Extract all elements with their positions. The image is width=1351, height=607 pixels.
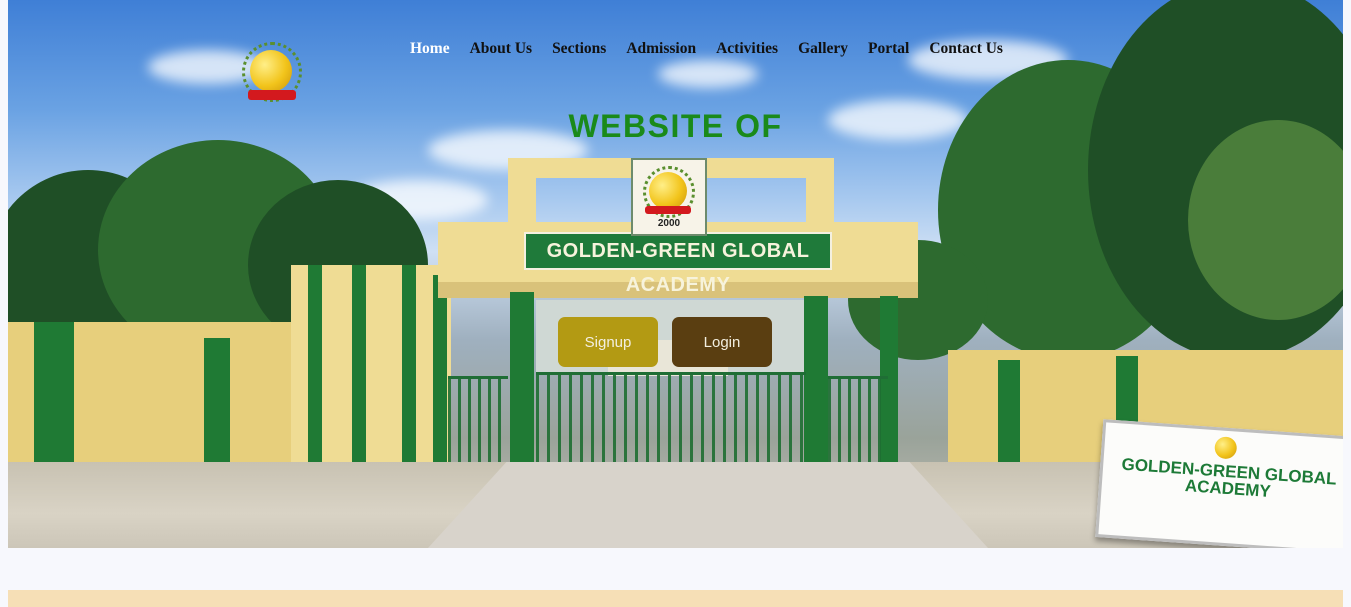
gate-sign: GOLDEN-GREEN GLOBAL ACADEMY: [524, 232, 832, 296]
nav-contact-us[interactable]: Contact Us: [919, 38, 1013, 62]
gate-pillar: [433, 275, 447, 465]
ribbon-icon: [645, 206, 691, 214]
nav-about-us[interactable]: About Us: [460, 38, 542, 62]
nav-gallery[interactable]: Gallery: [788, 38, 858, 62]
gold-medal-icon: [250, 50, 292, 92]
gate-pillar: [510, 292, 534, 466]
gate-bars-side: [448, 376, 508, 467]
cloud: [658, 60, 758, 88]
gold-medal-icon: [649, 172, 687, 210]
gate-bars-side: [828, 376, 888, 467]
nav-activities[interactable]: Activities: [706, 38, 788, 62]
main-nav: Home About Us Sections Admission Activit…: [400, 38, 1013, 62]
login-button[interactable]: Login: [672, 317, 772, 367]
gate-pillar: [352, 265, 366, 465]
gate-pillar: [402, 265, 416, 465]
hero-headline: WEBSITE OF: [568, 108, 783, 144]
nav-home[interactable]: Home: [400, 38, 460, 62]
ribbon-icon: [248, 90, 296, 100]
gate-bars: [536, 372, 806, 472]
nav-admission[interactable]: Admission: [616, 38, 706, 62]
nav-sections[interactable]: Sections: [542, 38, 616, 62]
nav-portal[interactable]: Portal: [858, 38, 919, 62]
gate-pillar: [308, 265, 322, 465]
hero-banner: GOLDEN-GREEN GLOBAL ACADEMY 2000 GOLDEN-…: [8, 0, 1343, 548]
school-signboard: GOLDEN-GREEN GLOBAL ACADEMY: [1095, 419, 1343, 548]
gold-medal-icon: [1213, 436, 1238, 460]
signboard-title: GOLDEN-GREEN GLOBAL ACADEMY: [1121, 454, 1338, 502]
section-band: [8, 590, 1343, 607]
gate-crest: 2000: [631, 158, 707, 236]
signup-button[interactable]: Signup: [558, 317, 658, 367]
driveway: [428, 462, 988, 548]
gate-pillar: [804, 296, 828, 466]
crest-year: 2000: [657, 218, 681, 229]
site-logo[interactable]: [238, 42, 304, 106]
